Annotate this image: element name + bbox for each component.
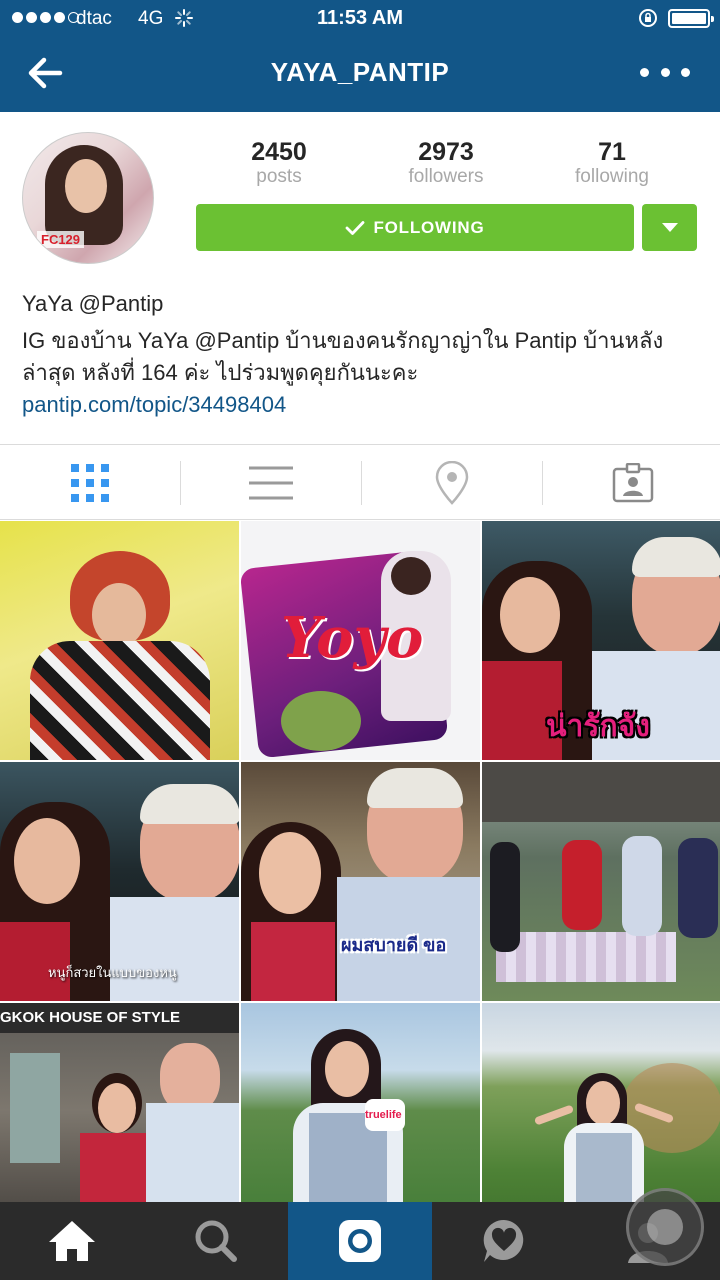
post-caption: น่ารักจัง [546, 710, 650, 743]
status-bar: dtac 4G 11:53 AM [0, 0, 720, 38]
avatar-badge: FC129 [37, 231, 85, 248]
following-button-label: FOLLOWING [373, 217, 485, 237]
status-time: 11:53 AM [317, 7, 403, 29]
posts-count: 2450 posts [194, 138, 364, 188]
tab-activity[interactable] [432, 1202, 576, 1280]
tab-list-view[interactable] [181, 445, 361, 520]
grid-icon [71, 463, 109, 502]
bio-full-name: YaYa @Pantip [22, 291, 164, 316]
tab-search[interactable] [144, 1202, 288, 1280]
tagged-person-icon [612, 462, 654, 502]
grid-post[interactable] [0, 521, 239, 760]
followers-count-label: followers [408, 166, 484, 187]
tab-places-view[interactable] [362, 445, 542, 520]
profile-username-title: YAYA_PANTIP [270, 57, 450, 87]
search-icon [195, 1220, 237, 1262]
assistive-touch-button[interactable] [626, 1188, 704, 1266]
tab-home[interactable] [0, 1202, 144, 1280]
list-icon [249, 466, 293, 499]
heart-bubble-icon [483, 1219, 524, 1262]
bottom-tab-bar [0, 1202, 720, 1280]
grid-post[interactable]: หนูก็สวยในแบบของหนู [0, 762, 239, 1001]
tab-camera[interactable] [288, 1202, 432, 1280]
profile-avatar[interactable]: FC129 [22, 132, 154, 264]
posts-count-label: posts [256, 166, 302, 187]
post-caption: Yoyo [281, 605, 424, 671]
top-bar: dtac 4G 11:53 AM YAYA_PANTIP [0, 0, 720, 112]
photo-grid: Yoyo น่ารักจัง หนูก็สวยในแบบของหนู ผมสบา… [0, 521, 720, 1242]
followers-count-value: 2973 [418, 138, 474, 166]
post-caption: หนูก็สวยในแบบของหนู [48, 965, 177, 980]
tab-tagged-view[interactable] [543, 445, 720, 520]
posts-count-value: 2450 [251, 138, 307, 166]
camera-icon [339, 1220, 381, 1262]
bio-website-link[interactable]: pantip.com/topic/34498404 [22, 392, 286, 418]
home-icon [49, 1221, 95, 1261]
profile-view-tabs [0, 444, 720, 520]
more-dots-icon[interactable] [640, 62, 690, 82]
location-pin-icon [435, 460, 469, 505]
post-caption: truelife [365, 1109, 402, 1121]
following-button[interactable]: FOLLOWING [196, 204, 634, 251]
bio-description: IG ของบ้าน YaYa @Pantip บ้านของคนรักญาญ่… [22, 328, 664, 385]
post-caption: GKOK HOUSE OF STYLE [0, 1009, 181, 1026]
grid-post[interactable]: Yoyo [241, 521, 480, 760]
grid-post[interactable] [482, 762, 720, 1001]
following-count-value: 71 [598, 138, 626, 166]
rotation-lock-icon [639, 9, 657, 27]
suggestions-dropdown-button[interactable] [642, 204, 697, 251]
battery-icon [668, 9, 714, 28]
grid-post[interactable]: ผมสบายดี ขอ [241, 762, 480, 1001]
followers-count[interactable]: 2973 followers [361, 138, 531, 188]
caret-down-icon [661, 223, 678, 232]
checkmark-icon [346, 220, 365, 235]
tab-grid-view[interactable] [0, 445, 180, 520]
following-count[interactable]: 71 following [527, 138, 697, 188]
back-arrow-icon[interactable] [22, 50, 68, 96]
post-caption: ผมสบายดี ขอ [341, 935, 447, 955]
grid-post[interactable]: น่ารักจัง [482, 521, 720, 760]
following-count-label: following [575, 166, 649, 187]
